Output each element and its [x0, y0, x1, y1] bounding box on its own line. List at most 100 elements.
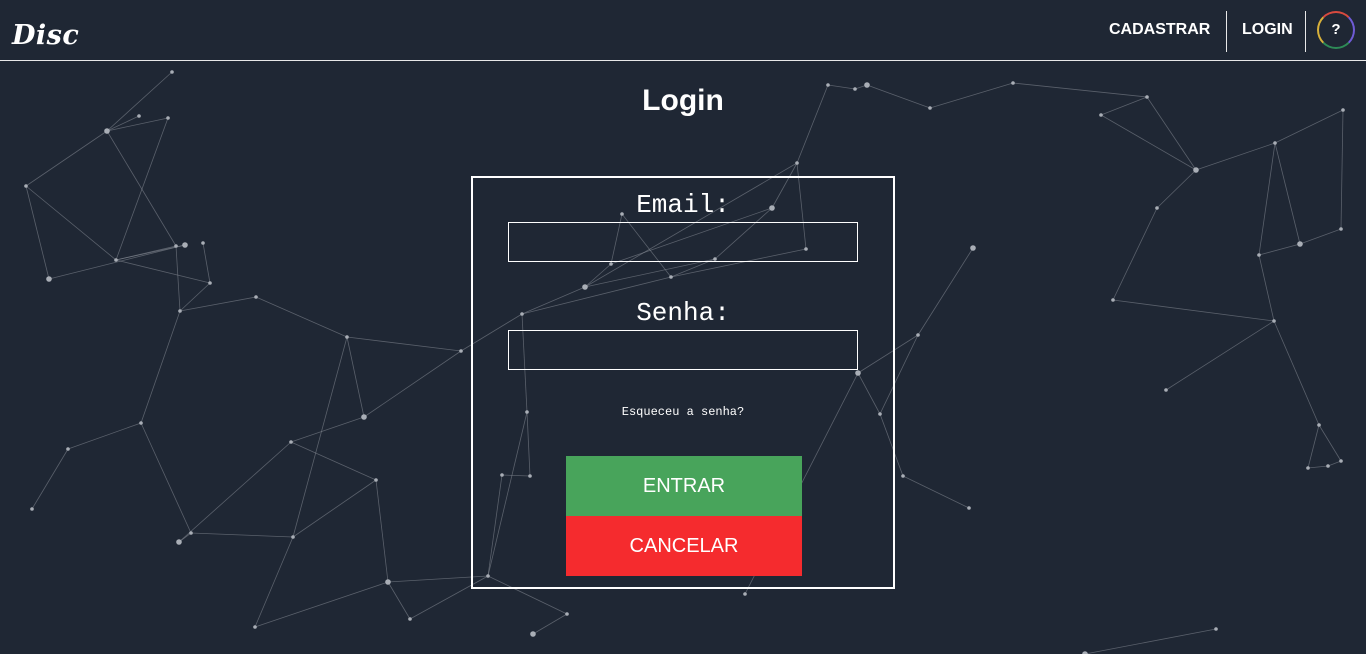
network-line	[254, 536, 294, 628]
network-node	[24, 184, 28, 188]
network-line	[363, 350, 462, 418]
network-line	[1258, 243, 1301, 256]
network-line	[292, 479, 377, 538]
network-line	[1258, 142, 1276, 256]
network-node	[459, 349, 463, 353]
network-line	[1307, 424, 1320, 469]
network-node	[743, 592, 747, 596]
network-line	[1084, 628, 1217, 654]
network-line	[1307, 465, 1329, 469]
network-node	[1272, 319, 1276, 323]
network-node	[345, 335, 349, 339]
help-button[interactable]: ?	[1317, 11, 1355, 49]
network-line	[115, 259, 211, 284]
network-line	[902, 475, 970, 509]
nav-divider	[1305, 11, 1306, 52]
email-field[interactable]	[508, 222, 858, 262]
network-node	[182, 242, 188, 248]
network-line	[25, 185, 50, 280]
network-node	[1193, 167, 1199, 173]
network-node	[176, 539, 182, 545]
nav-login-link[interactable]: LOGIN	[1242, 21, 1293, 39]
nav-register-link[interactable]: CADASTRAR	[1109, 21, 1210, 39]
network-node	[1164, 388, 1168, 392]
network-line	[290, 441, 377, 481]
network-node	[291, 535, 295, 539]
network-node	[208, 281, 212, 285]
cancel-button[interactable]: CANCELAR	[566, 516, 802, 576]
network-line	[106, 130, 177, 247]
network-node	[374, 478, 378, 482]
network-node	[1273, 141, 1277, 145]
network-node	[254, 295, 258, 299]
logo[interactable]: Disc	[12, 20, 79, 51]
network-node	[1306, 466, 1310, 470]
network-line	[178, 441, 292, 543]
network-node	[1339, 227, 1343, 231]
network-line	[175, 245, 181, 312]
network-node	[104, 128, 110, 134]
network-line	[1273, 320, 1320, 426]
network-line	[190, 532, 294, 538]
network-line	[1156, 169, 1197, 209]
network-node	[361, 414, 367, 420]
network-line	[1195, 142, 1276, 171]
network-line	[290, 416, 365, 443]
network-line	[1274, 142, 1301, 245]
email-label: Email:	[636, 190, 730, 220]
network-line	[1327, 460, 1342, 467]
network-line	[179, 282, 211, 312]
network-line	[1340, 109, 1344, 230]
password-label: Senha:	[636, 298, 730, 328]
network-node	[916, 333, 920, 337]
nav-divider	[1226, 11, 1227, 52]
network-line	[346, 336, 365, 418]
network-line	[375, 479, 389, 583]
network-node	[139, 421, 143, 425]
forgot-password-link[interactable]: Esqueceu a senha?	[473, 405, 893, 419]
network-node	[530, 631, 536, 637]
network-line	[1112, 207, 1158, 301]
network-node	[170, 70, 174, 74]
network-node	[408, 617, 412, 621]
network-line	[346, 336, 462, 352]
network-node	[1214, 627, 1218, 631]
network-node	[30, 507, 34, 511]
network-line	[25, 130, 108, 187]
network-line	[106, 115, 140, 132]
login-form: Email: Senha: Esqueceu a senha? ENTRAR C…	[471, 176, 895, 589]
network-node	[565, 612, 569, 616]
network-line	[917, 247, 974, 336]
network-line	[532, 613, 568, 635]
network-node	[967, 506, 971, 510]
network-node	[901, 474, 905, 478]
network-line	[1318, 424, 1342, 462]
password-field[interactable]	[508, 330, 858, 370]
network-node	[970, 245, 976, 251]
network-node	[66, 447, 70, 451]
network-line	[140, 310, 181, 424]
network-line	[67, 422, 142, 450]
network-line	[179, 296, 257, 312]
network-line	[255, 296, 348, 338]
top-navbar: Disc CADASTRAR LOGIN ?	[0, 0, 1366, 61]
network-node	[1297, 241, 1303, 247]
network-node	[189, 531, 193, 535]
network-node	[201, 241, 205, 245]
page-title: Login	[642, 84, 724, 117]
network-line	[254, 581, 389, 628]
network-node	[174, 244, 178, 248]
network-node	[1339, 459, 1343, 463]
network-line	[387, 581, 411, 620]
network-node	[253, 625, 257, 629]
network-line	[31, 448, 69, 510]
network-node	[46, 276, 52, 282]
network-node	[114, 258, 118, 262]
network-line	[106, 117, 169, 132]
network-line	[1299, 228, 1342, 245]
network-node	[1317, 423, 1321, 427]
network-node	[385, 579, 391, 585]
network-line	[292, 336, 348, 538]
network-line	[1100, 114, 1197, 171]
submit-button[interactable]: ENTRAR	[566, 456, 802, 516]
